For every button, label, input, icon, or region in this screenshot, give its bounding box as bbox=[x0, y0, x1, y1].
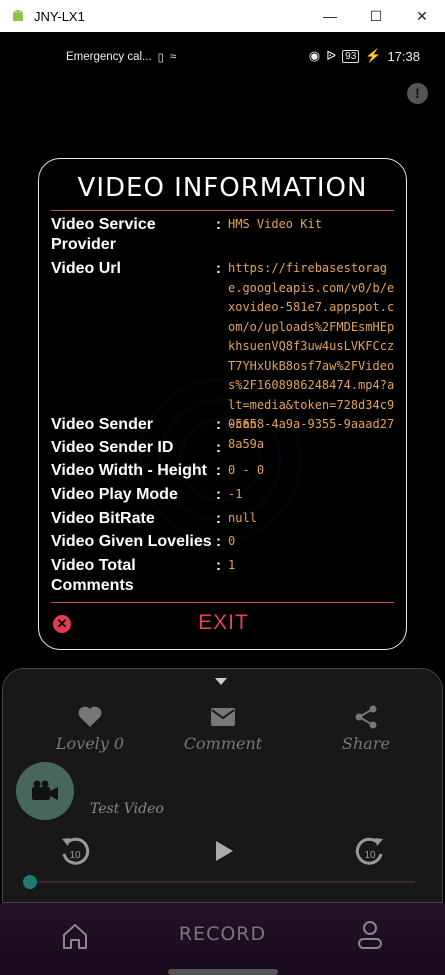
row-label: Video Given Lovelies bbox=[51, 533, 212, 550]
wifi-icon: ≈ bbox=[170, 51, 177, 63]
row-label: Video Play Mode bbox=[51, 486, 178, 503]
mail-icon bbox=[211, 708, 235, 726]
status-time: 17:38 bbox=[387, 48, 420, 64]
row-comments: Video Total Comments : 1 bbox=[51, 556, 396, 596]
row-label: Video Sender ID bbox=[51, 439, 174, 456]
row-lovelies: Video Given Lovelies : 0 bbox=[51, 532, 396, 552]
android-icon bbox=[13, 10, 23, 21]
row-value bbox=[226, 438, 396, 458]
exit-divider bbox=[51, 602, 394, 603]
row-value: 1 bbox=[228, 558, 236, 572]
share-button[interactable]: Share bbox=[306, 704, 426, 753]
forward-label: 10 bbox=[364, 850, 376, 861]
charging-icon: ⚡ bbox=[365, 48, 382, 63]
chevron-down-icon[interactable] bbox=[215, 678, 227, 685]
dialog-title: VIDEO INFORMATION bbox=[77, 173, 368, 203]
heart-icon bbox=[78, 706, 102, 727]
eye-icon: ◉ bbox=[308, 48, 321, 63]
row-value: 0 bbox=[228, 534, 236, 548]
profile-icon[interactable] bbox=[356, 919, 384, 951]
window-title: JNY-LX1 bbox=[34, 8, 85, 24]
status-left-text: Emergency cal... bbox=[66, 51, 152, 63]
video-camera-icon bbox=[32, 780, 58, 800]
video-title: Test Video bbox=[90, 801, 164, 817]
seek-thumb[interactable] bbox=[23, 875, 37, 889]
share-label: Share bbox=[342, 734, 390, 753]
row-value: null bbox=[228, 511, 257, 525]
row-value: 0can bbox=[228, 417, 257, 431]
seek-bar[interactable] bbox=[30, 881, 415, 883]
title-divider bbox=[51, 210, 394, 211]
row-sender-id: Video Sender ID : bbox=[51, 438, 396, 458]
row-value: HMS Video Kit bbox=[228, 217, 322, 231]
row-width-height: Video Width - Height : 0 - 0 bbox=[51, 461, 396, 481]
comment-label: Comment bbox=[183, 734, 263, 753]
play-icon[interactable] bbox=[206, 834, 240, 868]
row-value: -1 bbox=[228, 487, 243, 501]
close-circle-icon[interactable]: ✕ bbox=[53, 615, 71, 633]
status-bar: Emergency cal... ▯ ≈ ◉ ᐉ 93 ⚡ 17:38 bbox=[0, 32, 445, 82]
row-label: Video Service Provider bbox=[51, 216, 156, 253]
battery-indicator: 93 bbox=[342, 49, 360, 63]
rewind-10-icon[interactable]: 10 bbox=[58, 834, 92, 868]
camera-button[interactable] bbox=[16, 762, 74, 820]
maximize-button[interactable]: ☐ bbox=[353, 0, 399, 32]
minimize-button[interactable]: — bbox=[307, 0, 353, 32]
row-label: Video Total Comments bbox=[51, 557, 136, 594]
row-play-mode: Video Play Mode : -1 bbox=[51, 485, 396, 505]
gesture-handle bbox=[168, 969, 278, 975]
rewind-label: 10 bbox=[69, 850, 81, 861]
lovely-label: Lovely 0 bbox=[55, 734, 125, 753]
row-sender: Video Sender : 0can bbox=[51, 415, 396, 435]
row-label: Video BitRate bbox=[51, 510, 155, 527]
info-icon[interactable]: ! bbox=[407, 83, 428, 104]
window-titlebar: JNY-LX1 — ☐ ✕ bbox=[0, 0, 445, 32]
lovely-button[interactable]: Lovely 0 bbox=[30, 704, 150, 753]
exit-button[interactable]: EXIT ✕ bbox=[51, 611, 396, 637]
forward-10-icon[interactable]: 10 bbox=[353, 834, 387, 868]
close-button[interactable]: ✕ bbox=[399, 0, 445, 32]
sim-icon: ▯ bbox=[157, 52, 164, 64]
video-info-dialog: VIDEO INFORMATION Video Service Provider… bbox=[38, 158, 407, 650]
share-icon bbox=[355, 705, 377, 729]
row-label: Video Width - Height bbox=[51, 462, 207, 479]
exit-label: EXIT bbox=[198, 611, 249, 634]
row-bitrate: Video BitRate : null bbox=[51, 509, 396, 529]
bottom-nav: RECORD bbox=[0, 903, 445, 975]
comment-button[interactable]: Comment bbox=[163, 704, 283, 753]
row-value: 0 - 0 bbox=[228, 463, 265, 477]
bluetooth-icon: ᐉ bbox=[326, 48, 337, 63]
row-label: Video Sender bbox=[51, 416, 153, 433]
row-service-provider: Video Service Provider : HMS Video Kit bbox=[51, 215, 396, 255]
